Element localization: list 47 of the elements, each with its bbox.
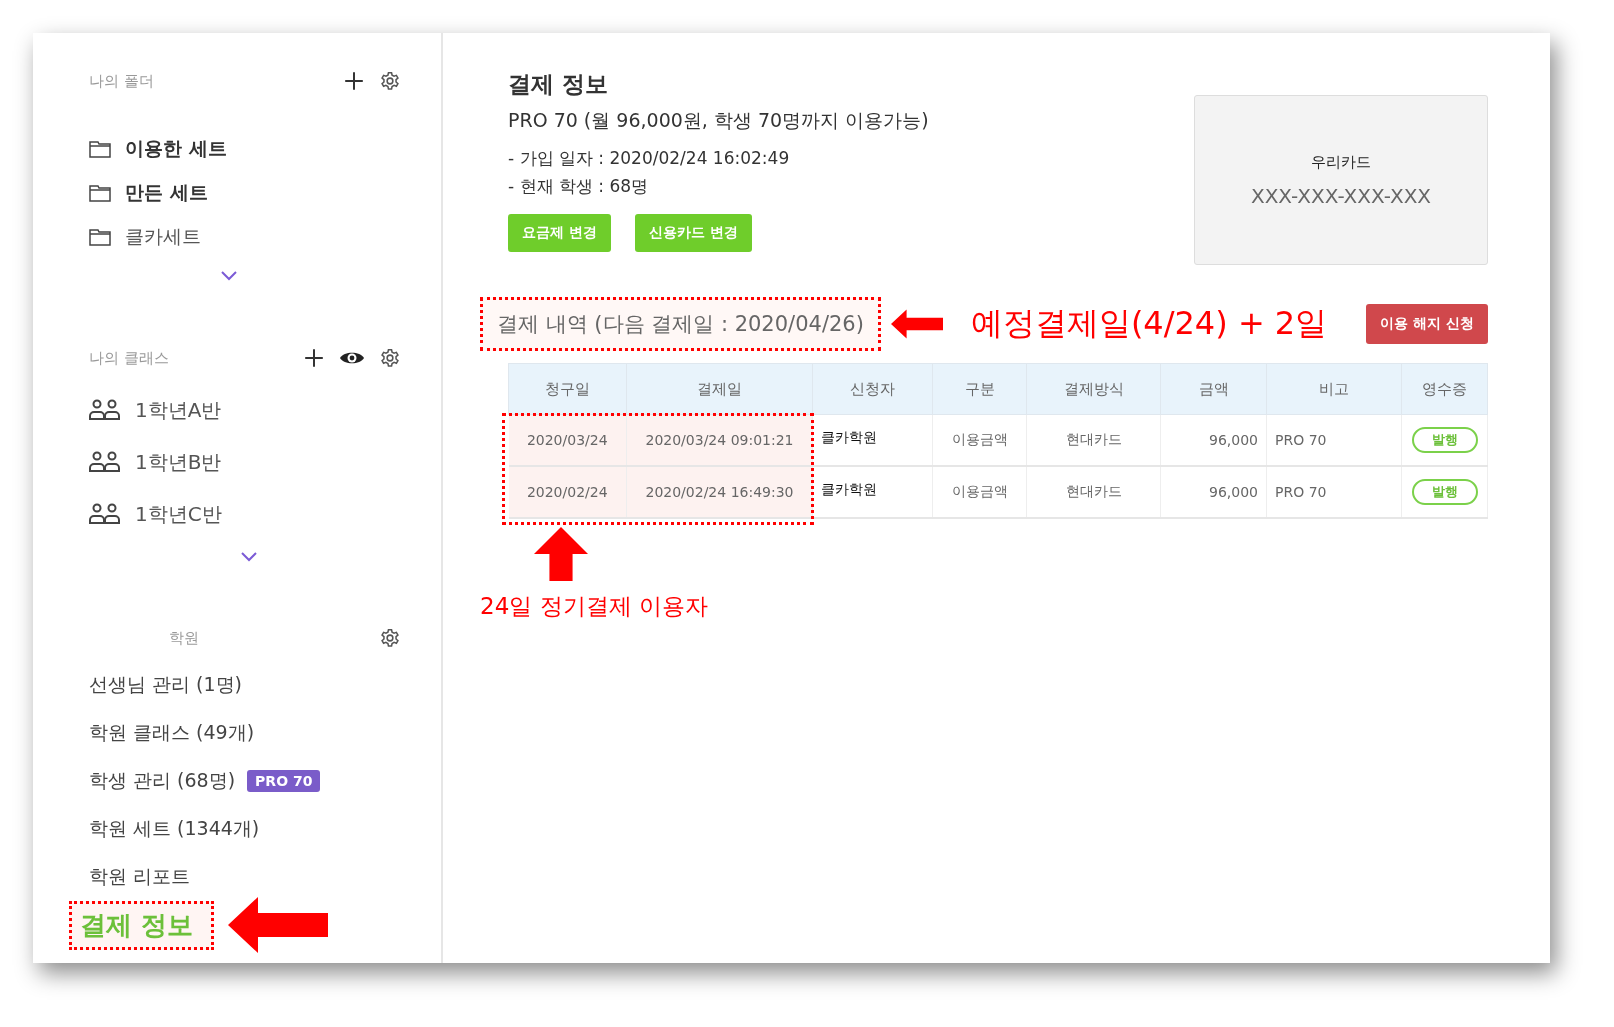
column-header: 영수증	[1401, 363, 1488, 415]
folder-item[interactable]: 클카세트	[125, 224, 201, 250]
column-header: 결제일	[626, 363, 813, 415]
class-item[interactable]: 1학년C반	[135, 500, 222, 528]
section-title: 학원	[169, 628, 199, 648]
menu-item[interactable]: 학원 클래스 (49개)	[89, 720, 255, 746]
annotation-text: 예정결제일(4/24) + 2일	[970, 303, 1328, 344]
table-cell: 현대카드	[1026, 466, 1161, 518]
class-item[interactable]: 1학년A반	[135, 396, 222, 424]
table-cell: 현대카드	[1026, 414, 1161, 466]
column-header: 결제방식	[1026, 363, 1161, 415]
section-title: 나의 폴더	[89, 71, 154, 91]
table-cell: 클카학원	[812, 466, 933, 518]
table-cell: 2020/02/24 16:49:30	[626, 466, 813, 518]
annotation-text: 24일 정기결제 이용자	[480, 592, 708, 621]
cancel-subscription-button[interactable]: 이용 해지 신청	[1366, 304, 1488, 344]
history-title: 결제 내역 (다음 결제일 : 2020/04/26)	[480, 297, 881, 351]
column-header: 구분	[932, 363, 1027, 415]
table-cell: 2020/03/24	[508, 414, 627, 466]
menu-item[interactable]: 학원 리포트	[89, 864, 191, 890]
class-item[interactable]: 1학년B반	[135, 448, 222, 476]
section-title: 나의 클래스	[89, 348, 169, 368]
folder-item[interactable]: 이용한 세트	[125, 136, 227, 162]
column-header: 비고	[1266, 363, 1402, 415]
page-title: 결제 정보	[508, 70, 609, 99]
card-name: 우리카드	[1311, 152, 1371, 172]
detail-text: - 현재 학생 : 68명	[508, 175, 650, 198]
column-header: 금액	[1160, 363, 1267, 415]
table-cell: 이용금액	[932, 414, 1027, 466]
column-header: 신청자	[812, 363, 933, 415]
column-header: 청구일	[508, 363, 627, 415]
menu-item[interactable]: 학원 세트 (1344개)	[89, 816, 260, 842]
plan-text: PRO 70 (월 96,000원, 학생 70명까지 이용가능)	[508, 108, 929, 133]
table-cell: 96,000	[1160, 466, 1267, 518]
table-cell: 96,000	[1160, 414, 1267, 466]
folder-item[interactable]: 만든 세트	[125, 180, 208, 206]
table-cell: PRO 70	[1266, 466, 1402, 518]
menu-item[interactable]: 선생님 관리 (1명)	[89, 672, 242, 698]
table-cell: PRO 70	[1266, 414, 1402, 466]
menu-item[interactable]: 학생 관리 (68명)	[89, 768, 236, 794]
table-cell: 2020/02/24	[508, 466, 627, 518]
table-cell: 이용금액	[932, 466, 1027, 518]
table-cell: 2020/03/24 09:01:21	[626, 414, 813, 466]
card-number: XXX-XXX-XXX-XXX	[1250, 183, 1432, 208]
plan-badge: PRO 70	[247, 770, 321, 792]
detail-text: - 가입 일자 : 2020/02/24 16:02:49	[508, 147, 791, 170]
table-cell: 클카학원	[812, 414, 933, 466]
